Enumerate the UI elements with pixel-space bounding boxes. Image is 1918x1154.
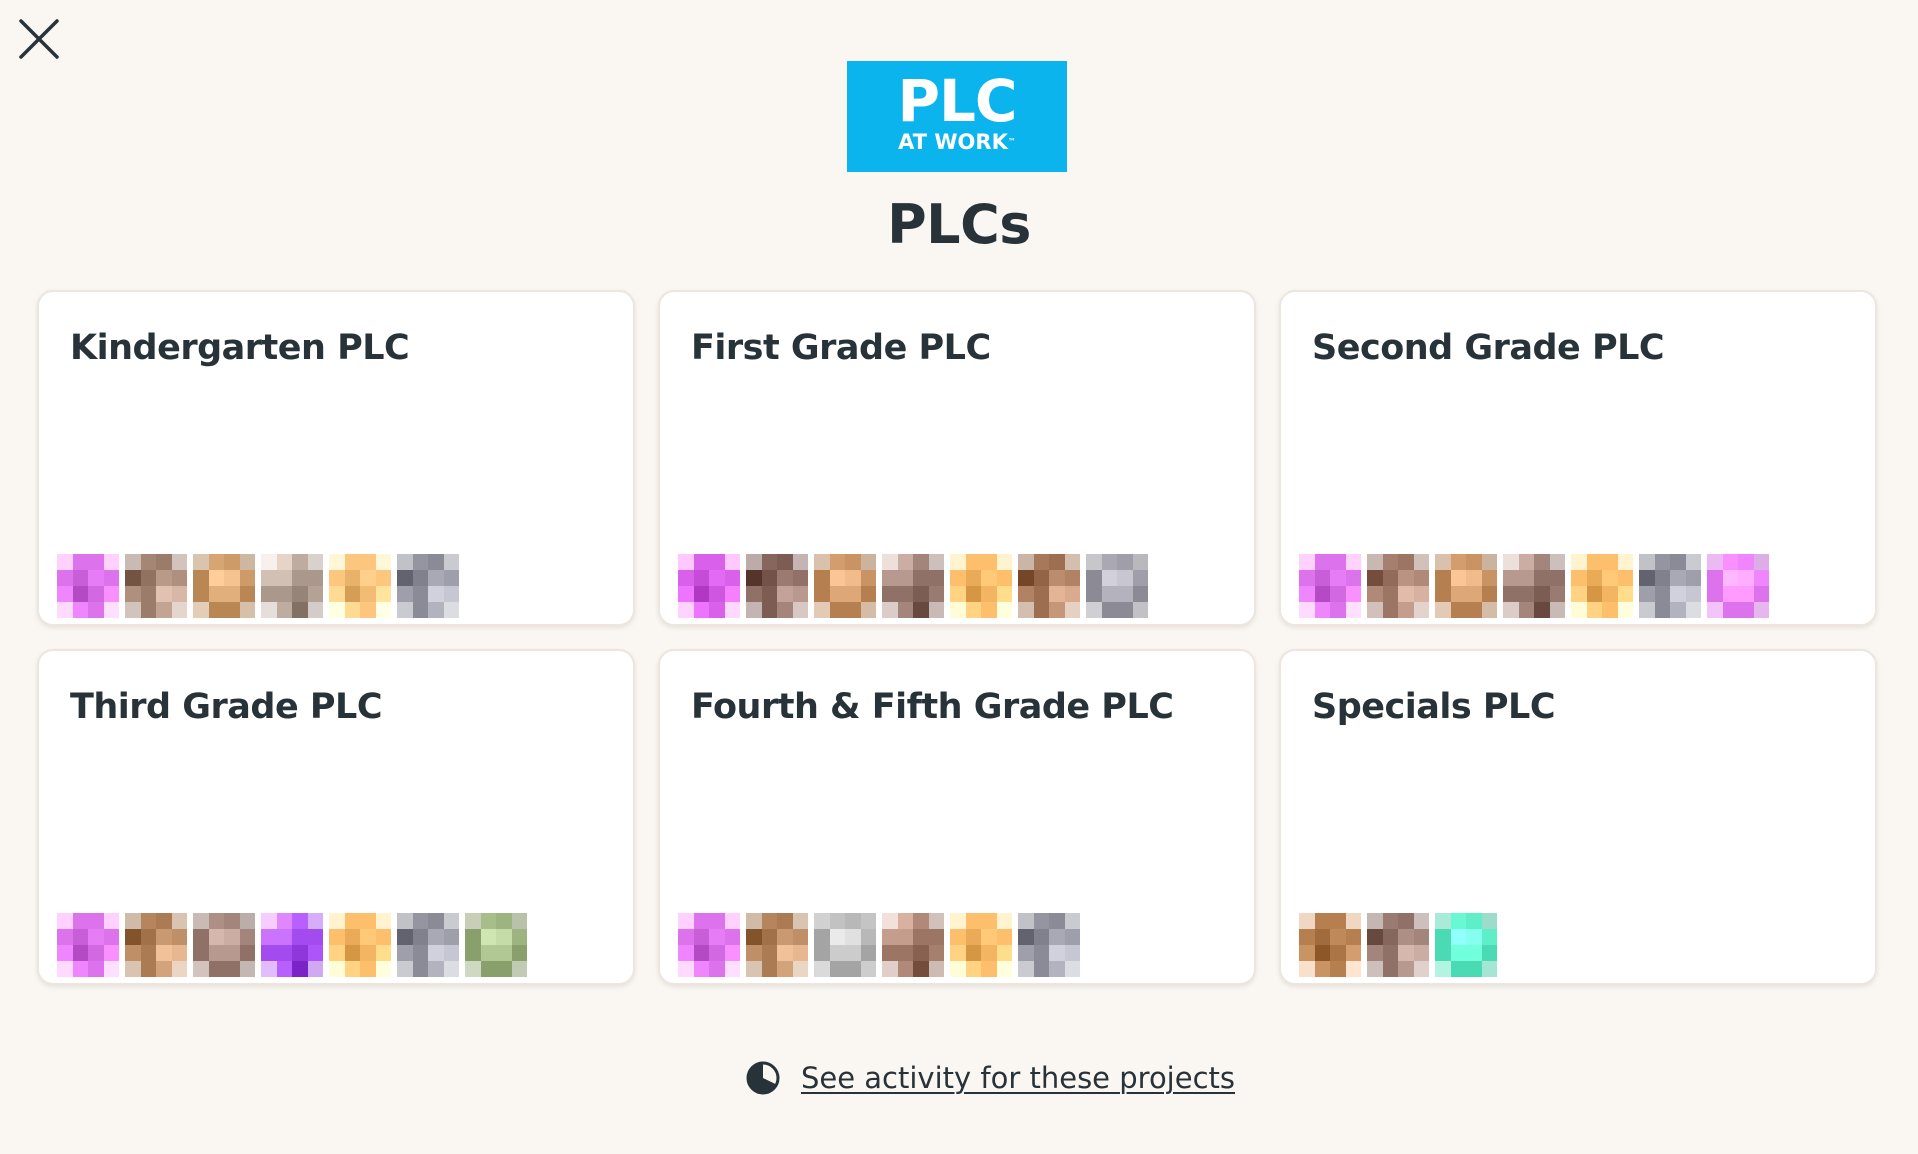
member-avatar <box>882 554 944 618</box>
plc-card-fourth-fifth-grade[interactable]: Fourth & Fifth Grade PLC <box>658 649 1256 985</box>
plc-card-third-grade[interactable]: Third Grade PLC <box>37 649 635 985</box>
member-avatar <box>193 554 255 618</box>
card-title: Fourth & Fifth Grade PLC <box>691 687 1174 727</box>
plc-card-first-grade[interactable]: First Grade PLC <box>658 290 1256 626</box>
member-avatars <box>1299 550 1775 622</box>
member-avatar <box>397 913 459 977</box>
member-avatars <box>1299 909 1503 981</box>
member-avatars <box>678 550 1154 622</box>
plc-card-specials[interactable]: Specials PLC <box>1279 649 1877 985</box>
member-avatar <box>1367 554 1429 618</box>
logo-sub-text: AT WORK™ <box>898 130 1016 154</box>
member-avatar <box>1707 554 1769 618</box>
member-avatar <box>746 913 808 977</box>
member-avatar <box>1299 913 1361 977</box>
member-avatar <box>57 554 119 618</box>
logo-main-text: PLC <box>897 67 1017 135</box>
member-avatar <box>678 913 740 977</box>
member-avatar <box>1435 554 1497 618</box>
member-avatar <box>1503 554 1565 618</box>
member-avatar <box>882 913 944 977</box>
member-avatar <box>1639 554 1701 618</box>
page-title: PLCs <box>887 193 1031 256</box>
member-avatar <box>193 913 255 977</box>
close-icon[interactable] <box>17 17 61 61</box>
member-avatar <box>1571 554 1633 618</box>
member-avatars <box>57 909 533 981</box>
member-avatar <box>950 554 1012 618</box>
plc-card-second-grade[interactable]: Second Grade PLC <box>1279 290 1877 626</box>
member-avatar <box>125 554 187 618</box>
member-avatar <box>397 554 459 618</box>
member-avatar <box>261 913 323 977</box>
member-avatar <box>329 554 391 618</box>
member-avatar <box>678 554 740 618</box>
member-avatar <box>57 913 119 977</box>
member-avatar <box>746 554 808 618</box>
member-avatar <box>261 554 323 618</box>
activity-row: See activity for these projects <box>0 1058 1918 1098</box>
member-avatar <box>950 913 1012 977</box>
card-title: Specials PLC <box>1312 687 1556 727</box>
member-avatar <box>814 913 876 977</box>
member-avatars <box>57 550 465 622</box>
see-activity-link[interactable]: See activity for these projects <box>801 1058 1235 1098</box>
card-title: First Grade PLC <box>691 328 991 368</box>
plc-at-work-logo: PLC AT WORK™ <box>847 61 1067 172</box>
member-avatar <box>1435 913 1497 977</box>
plc-card-grid: Kindergarten PLC First Grade PLC Second … <box>37 290 1877 985</box>
card-title: Third Grade PLC <box>70 687 383 727</box>
member-avatar <box>814 554 876 618</box>
member-avatar <box>1299 554 1361 618</box>
card-title: Second Grade PLC <box>1312 328 1665 368</box>
pie-chart-icon <box>745 1060 781 1096</box>
member-avatar <box>1086 554 1148 618</box>
member-avatar <box>1018 554 1080 618</box>
member-avatar <box>125 913 187 977</box>
plc-card-kindergarten[interactable]: Kindergarten PLC <box>37 290 635 626</box>
card-title: Kindergarten PLC <box>70 328 410 368</box>
member-avatar <box>329 913 391 977</box>
member-avatar <box>465 913 527 977</box>
member-avatars <box>678 909 1086 981</box>
member-avatar <box>1018 913 1080 977</box>
member-avatar <box>1367 913 1429 977</box>
close-button[interactable] <box>17 17 61 61</box>
